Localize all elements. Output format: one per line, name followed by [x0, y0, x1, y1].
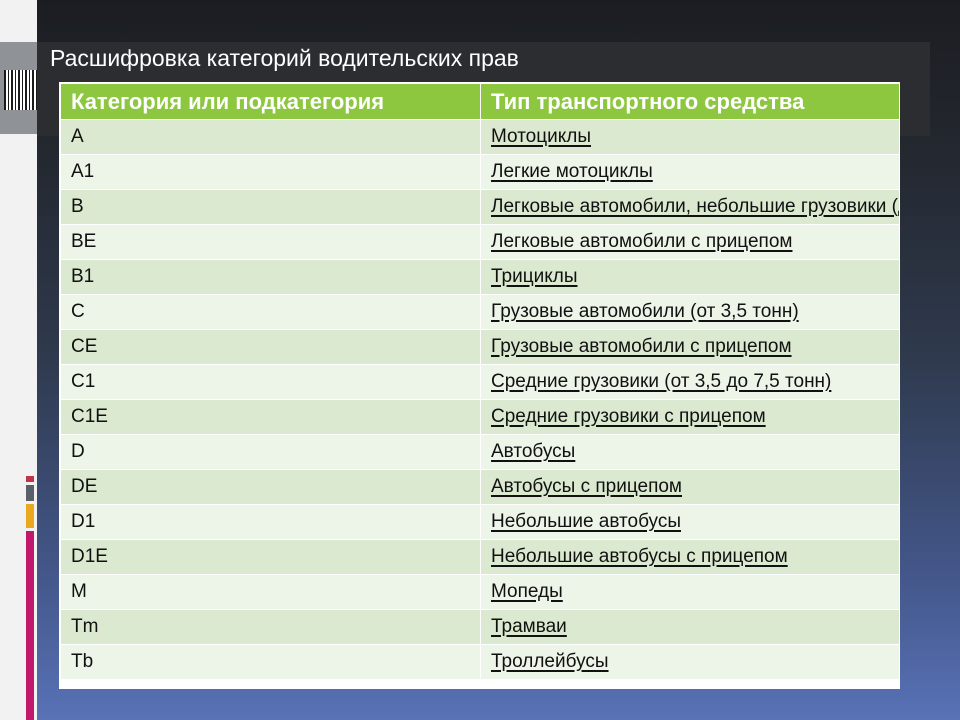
table-row: BE Легковые автомобили с прицепом	[60, 224, 899, 260]
category-cell: BE	[60, 224, 481, 260]
vehicle-type-cell: Мотоциклы	[480, 119, 899, 155]
category-cell: A	[60, 119, 481, 155]
vehicle-type-cell: Легковые автомобили, небольшие грузовики…	[480, 189, 899, 225]
accent-bar-magenta	[26, 531, 34, 720]
table-row: CE Грузовые автомобили с прицепом	[60, 329, 899, 365]
vehicle-type-cell: Средние грузовики (от 3,5 до 7,5 тонн)	[480, 364, 899, 400]
vehicle-type-link[interactable]: Средние грузовики с прицепом	[491, 406, 766, 427]
table-row: C Грузовые автомобили (от 3,5 тонн)	[60, 294, 899, 330]
slide-title: Расшифровка категорий водительских прав	[50, 45, 519, 71]
category-cell: C1E	[60, 399, 481, 435]
table-row: Tm Трамваи	[60, 609, 899, 645]
table-body: A Мотоциклы A1 Легкие мотоциклы B Легковые ав…	[60, 119, 899, 680]
accent-bar-orange	[26, 504, 34, 528]
vehicle-type-cell: Трициклы	[480, 259, 899, 295]
vehicle-type-link[interactable]: Автобусы с прицепом	[491, 476, 682, 497]
category-cell: D1E	[60, 539, 481, 575]
category-cell: CE	[60, 329, 481, 365]
vehicle-type-cell: Легковые автомобили с прицепом	[480, 224, 899, 260]
vehicle-type-cell: Мопеды	[480, 574, 899, 610]
vehicle-type-link[interactable]: Трамваи	[491, 616, 567, 637]
vehicle-type-cell: Автобусы с прицепом	[480, 469, 899, 505]
vehicle-type-link[interactable]: Грузовые автомобили с прицепом	[491, 336, 792, 357]
table-row: C1 Средние грузовики (от 3,5 до 7,5 тонн)	[60, 364, 899, 400]
vehicle-type-cell: Небольшие автобусы	[480, 504, 899, 540]
vehicle-type-cell: Грузовые автомобили (от 3,5 тонн)	[480, 294, 899, 330]
category-cell: B	[60, 189, 481, 225]
table-row: D1 Небольшие автобусы	[60, 504, 899, 540]
table-row: B1 Трициклы	[60, 259, 899, 295]
vehicle-type-cell: Небольшие автобусы с прицепом	[480, 539, 899, 575]
header-category: Категория или подкатегория	[60, 83, 481, 120]
vehicle-type-cell: Троллейбусы	[480, 644, 899, 680]
vehicle-type-link[interactable]: Небольшие автобусы с прицепом	[491, 546, 788, 567]
header-vehicle-type: Тип транспортного средства	[480, 83, 899, 120]
vehicle-type-link[interactable]: Легковые автомобили с прицепом	[491, 231, 792, 252]
vehicle-type-link[interactable]: Троллейбусы	[491, 651, 609, 672]
vehicle-type-cell: Трамваи	[480, 609, 899, 645]
table-row: C1E Средние грузовики с прицепом	[60, 399, 899, 435]
category-cell: Tb	[60, 644, 481, 680]
category-cell: Tm	[60, 609, 481, 645]
accent-bar-gray	[26, 485, 34, 501]
barcode-lines	[4, 70, 37, 110]
vehicle-type-link[interactable]: Легковые автомобили, небольшие грузовики…	[491, 196, 899, 217]
table-row: M Мопеды	[60, 574, 899, 610]
vehicle-type-cell: Средние грузовики с прицепом	[480, 399, 899, 435]
category-cell: D	[60, 434, 481, 470]
category-cell: A1	[60, 154, 481, 190]
category-cell: D1	[60, 504, 481, 540]
vehicle-type-cell: Автобусы	[480, 434, 899, 470]
table-row: DE Автобусы с прицепом	[60, 469, 899, 505]
vehicle-type-cell: Легкие мотоциклы	[480, 154, 899, 190]
table-header-row: Категория или подкатегория Тип транспорт…	[60, 83, 899, 120]
vehicle-type-cell: Грузовые автомобили с прицепом	[480, 329, 899, 365]
vehicle-type-link[interactable]: Автобусы	[491, 441, 575, 462]
table-row: D1E Небольшие автобусы с прицепом	[60, 539, 899, 575]
vehicle-type-link[interactable]: Легкие мотоциклы	[491, 161, 653, 182]
vehicle-type-link[interactable]: Небольшие автобусы	[491, 511, 681, 532]
vehicle-type-link[interactable]: Мопеды	[491, 581, 563, 602]
table-row: A Мотоциклы	[60, 119, 899, 155]
category-cell: B1	[60, 259, 481, 295]
category-cell: C	[60, 294, 481, 330]
vehicle-type-link[interactable]: Трициклы	[491, 266, 577, 287]
category-cell: M	[60, 574, 481, 610]
category-cell: C1	[60, 364, 481, 400]
vehicle-type-link[interactable]: Мотоциклы	[491, 126, 591, 147]
table-row: B Легковые автомобили, небольшие грузовик…	[60, 189, 899, 225]
table-row: Tb Троллейбусы	[60, 644, 899, 680]
vehicle-type-link[interactable]: Грузовые автомобили (от 3,5 тонн)	[491, 301, 799, 322]
category-cell: DE	[60, 469, 481, 505]
vehicle-type-link[interactable]: Средние грузовики (от 3,5 до 7,5 тонн)	[491, 371, 831, 392]
categories-table: Категория или подкатегория Тип транспорт…	[59, 82, 900, 689]
accent-bar-red	[26, 476, 34, 482]
table-row: D Автобусы	[60, 434, 899, 470]
table-row: A1 Легкие мотоциклы	[60, 154, 899, 190]
